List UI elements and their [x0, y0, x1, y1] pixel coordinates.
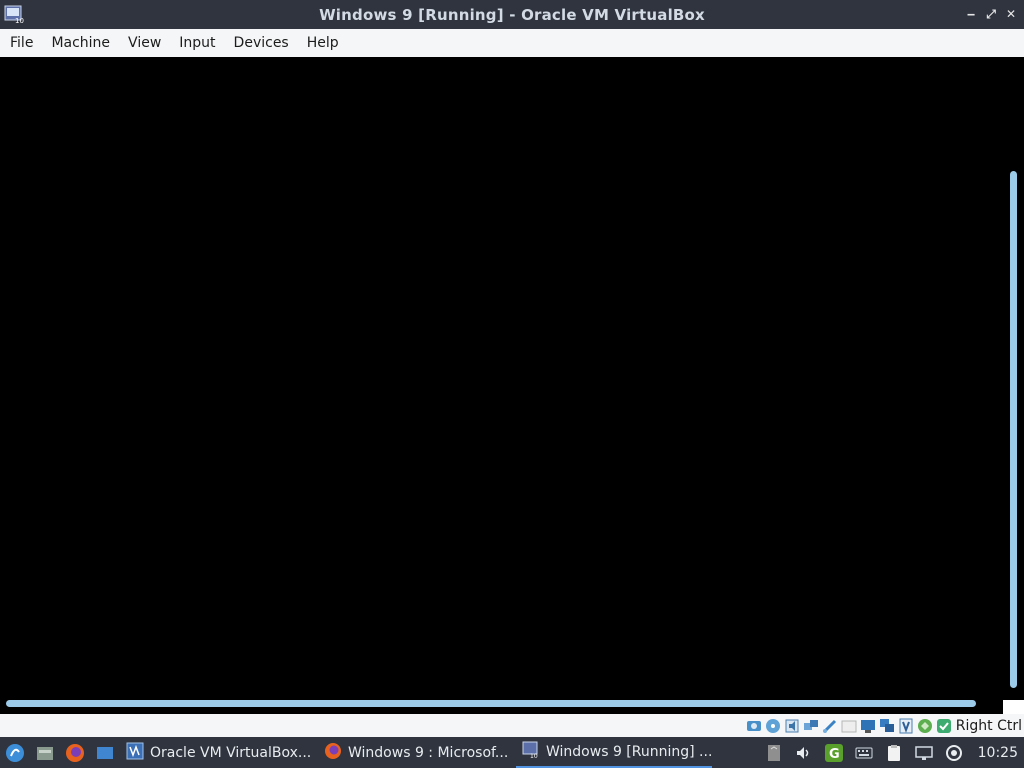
- vertical-scrollbar[interactable]: [1010, 171, 1017, 688]
- host-key-label[interactable]: Right Ctrl: [956, 718, 1022, 734]
- svg-text:10: 10: [15, 17, 24, 24]
- close-button[interactable]: ✕: [1004, 6, 1018, 22]
- file-manager-icon[interactable]: [30, 737, 60, 768]
- menu-view[interactable]: View: [119, 35, 170, 51]
- vm-display[interactable]: [0, 57, 1024, 714]
- clock[interactable]: 10:25: [978, 745, 1018, 761]
- menu-help[interactable]: Help: [298, 35, 348, 51]
- maximize-button[interactable]: ⤢: [984, 6, 998, 22]
- shared-folders-icon[interactable]: [841, 718, 857, 734]
- task-firefox[interactable]: Windows 9 : Microsof...: [318, 737, 516, 768]
- vm-statusbar: Right Ctrl: [0, 714, 1024, 737]
- mouse-integration-icon[interactable]: [917, 718, 933, 734]
- settings-tray-icon[interactable]: [944, 743, 964, 763]
- task-label: Windows 9 : Microsof...: [348, 744, 509, 761]
- optical-drive-icon[interactable]: [765, 718, 781, 734]
- virtualbox-icon: [126, 742, 144, 764]
- task-vm-window[interactable]: 10 Windows 9 [Running] ...: [516, 737, 712, 768]
- volume-icon[interactable]: [794, 743, 814, 763]
- menubar: File Machine View Input Devices Help: [0, 29, 1024, 57]
- system-tray: G 10:25: [764, 737, 1024, 768]
- task-virtualbox-manager[interactable]: Oracle VM VirtualBox...: [120, 737, 318, 768]
- keyboard-capture-icon[interactable]: [936, 718, 952, 734]
- display-icon[interactable]: [860, 718, 876, 734]
- minimize-button[interactable]: ‒: [964, 6, 978, 22]
- svg-text:G: G: [829, 747, 840, 762]
- svg-text:10: 10: [530, 753, 538, 759]
- keyboard-icon[interactable]: [854, 743, 874, 763]
- window-title: Windows 9 [Running] - Oracle VM VirtualB…: [319, 5, 705, 24]
- usb-icon[interactable]: [822, 718, 838, 734]
- network-icon[interactable]: [803, 718, 819, 734]
- notes-icon[interactable]: [764, 743, 784, 763]
- virtualbox-vm-icon[interactable]: 10: [4, 4, 24, 25]
- menu-input[interactable]: Input: [170, 35, 224, 51]
- network-tray-icon[interactable]: [914, 743, 934, 763]
- start-menu-icon[interactable]: [0, 737, 30, 768]
- video-capture-icon[interactable]: [879, 718, 895, 734]
- horizontal-scrollbar[interactable]: [6, 700, 976, 707]
- menu-devices[interactable]: Devices: [225, 35, 298, 51]
- virtualization-icon[interactable]: [898, 718, 914, 734]
- taskbar: Oracle VM VirtualBox... Windows 9 : Micr…: [0, 737, 1024, 768]
- task-label: Oracle VM VirtualBox...: [150, 744, 312, 761]
- menu-machine[interactable]: Machine: [42, 35, 119, 51]
- scroll-corner: [1003, 700, 1024, 714]
- update-manager-icon[interactable]: G: [824, 743, 844, 763]
- vm-window-icon: 10: [522, 741, 540, 763]
- window-titlebar[interactable]: 10 Windows 9 [Running] - Oracle VM Virtu…: [0, 0, 1024, 29]
- firefox-icon[interactable]: [60, 737, 90, 768]
- clipboard-icon[interactable]: [884, 743, 904, 763]
- firefox-icon: [324, 742, 342, 764]
- task-label: Windows 9 [Running] ...: [546, 743, 712, 760]
- audio-icon[interactable]: [784, 718, 800, 734]
- show-desktop-icon[interactable]: [90, 737, 120, 768]
- menu-file[interactable]: File: [2, 35, 42, 51]
- hard-disk-icon[interactable]: [746, 718, 762, 734]
